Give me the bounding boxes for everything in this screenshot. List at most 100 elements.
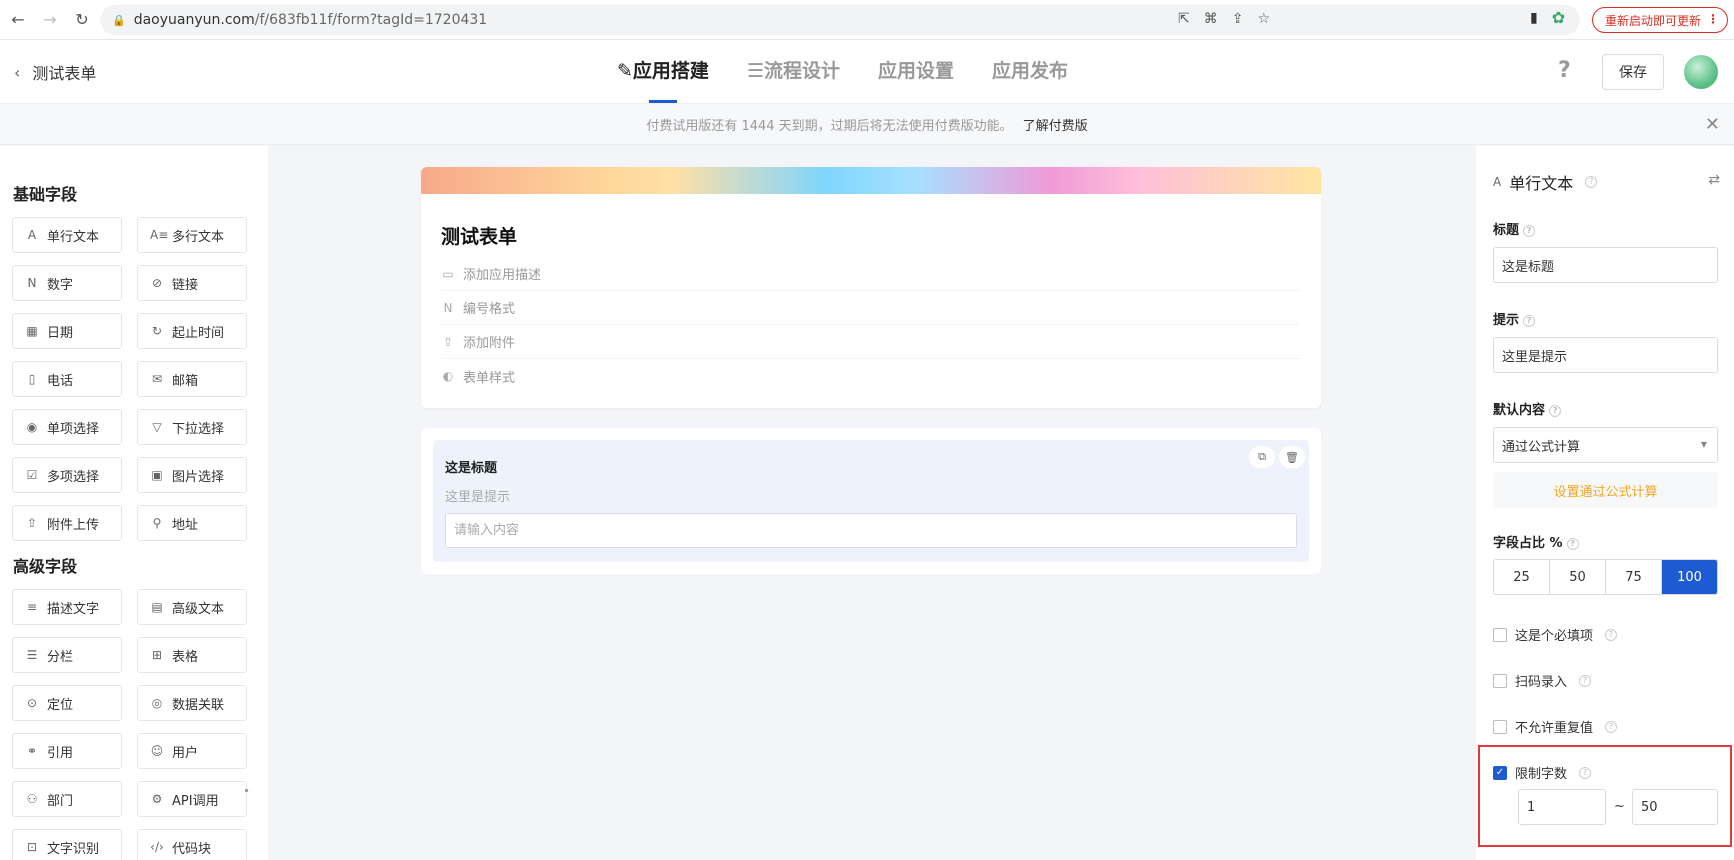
- address-bar[interactable]: 🔒 daoyuanyun.com/f/683fb11f/form?tagId=1…: [100, 5, 1580, 35]
- help-circle-icon[interactable]: ?: [1549, 404, 1562, 417]
- department-icon: ⚇: [26, 792, 38, 806]
- form-field-card[interactable]: 这是标题 这里是提示 ⧉ 🗑: [421, 428, 1321, 574]
- avatar[interactable]: [1684, 55, 1718, 89]
- help-circle-icon[interactable]: ?: [1566, 537, 1579, 550]
- app-title: 测试表单: [32, 64, 97, 83]
- tab-app-publish[interactable]: 应用发布: [992, 56, 1068, 103]
- field-dropdown[interactable]: ▽ 下拉选择: [137, 409, 247, 445]
- reload-icon[interactable]: ↻: [68, 6, 96, 34]
- field-multi-line-text[interactable]: A≡ 多行文本: [137, 217, 247, 253]
- help-circle-icon[interactable]: ?: [1605, 720, 1618, 733]
- default-content-select[interactable]: 通过公式计算 ▼: [1493, 427, 1718, 463]
- help-circle-icon[interactable]: ?: [1523, 224, 1536, 237]
- field-department[interactable]: ⚇ 部门: [12, 781, 122, 817]
- tab-app-settings[interactable]: 应用设置: [878, 56, 954, 103]
- open-tab-icon[interactable]: ⇱: [1178, 11, 1190, 27]
- field-attachment[interactable]: ⇧ 附件上传: [12, 505, 122, 541]
- field-ratio-label: 字段占比 %?: [1493, 532, 1579, 551]
- add-description-item[interactable]: ▭ 添加应用描述: [441, 257, 1301, 291]
- required-checkbox-row[interactable]: 这是个必填项?: [1493, 625, 1618, 644]
- hint-input[interactable]: 这里是提示: [1493, 337, 1718, 373]
- field-single-choice[interactable]: ◉ 单项选择: [12, 409, 122, 445]
- field-description[interactable]: ≡ 描述文字: [12, 589, 122, 625]
- bookmark-star-icon[interactable]: ☆: [1257, 11, 1270, 27]
- field-data-relation[interactable]: ◎ 数据关联: [137, 685, 247, 721]
- form-meta-list: ▭ 添加应用描述 N 编号格式 ⇧ 添加附件 ◐ 表单样式: [441, 257, 1321, 393]
- relation-icon: ◎: [151, 696, 163, 710]
- save-button[interactable]: 保存: [1602, 54, 1664, 90]
- more-menu-icon[interactable]: ⋮: [1707, 12, 1719, 26]
- field-reference[interactable]: ⚭ 引用: [12, 733, 122, 769]
- field-address[interactable]: ⚲ 地址: [137, 505, 247, 541]
- ratio-option-25[interactable]: 25: [1494, 560, 1550, 594]
- field-email[interactable]: ✉ 邮箱: [137, 361, 247, 397]
- help-icon[interactable]: ?: [1558, 58, 1571, 83]
- field-multi-choice[interactable]: ☑ 多项选择: [12, 457, 122, 493]
- main-tabs: ✎应用搭建 ☰流程设计 应用设置 应用发布: [617, 56, 1068, 103]
- field-location[interactable]: ⊙ 定位: [12, 685, 122, 721]
- field-user[interactable]: ☺ 用户: [137, 733, 247, 769]
- required-checkbox[interactable]: [1493, 627, 1507, 642]
- help-circle-icon[interactable]: ?: [1579, 674, 1592, 687]
- text-icon: A: [1493, 175, 1502, 189]
- location-icon: ⊙: [26, 696, 38, 710]
- field-ocr[interactable]: ⊡ 文字识别: [12, 829, 122, 860]
- hint-label: 提示?: [1493, 309, 1536, 328]
- field-rich-text[interactable]: ▤ 高级文本: [137, 589, 247, 625]
- calendar-icon: ▦: [26, 324, 38, 338]
- field-image-choice[interactable]: ▣ 图片选择: [137, 457, 247, 493]
- number-format-item[interactable]: N 编号格式: [441, 291, 1301, 325]
- form-style-item[interactable]: ◐ 表单样式: [441, 359, 1301, 393]
- ratio-option-100[interactable]: 100: [1662, 560, 1717, 594]
- swap-icon[interactable]: ⇄: [1708, 172, 1720, 188]
- description-icon: ≡: [26, 600, 38, 614]
- translate-icon[interactable]: ⌘: [1204, 11, 1218, 27]
- share-icon[interactable]: ⇪: [1232, 11, 1244, 27]
- field-code-block[interactable]: ‹/› 代码块: [137, 829, 247, 860]
- tab-app-build[interactable]: ✎应用搭建: [617, 56, 709, 103]
- field-single-line-text[interactable]: A 单行文本: [12, 217, 122, 253]
- sidebar-icon[interactable]: ▮: [1530, 10, 1538, 26]
- set-formula-button[interactable]: 设置通过公式计算: [1493, 472, 1718, 508]
- form-title[interactable]: 测试表单: [441, 222, 1321, 249]
- radio-icon: ◉: [26, 420, 38, 434]
- field-text-input[interactable]: [445, 513, 1297, 548]
- field-date[interactable]: ▦ 日期: [12, 313, 122, 349]
- help-circle-icon[interactable]: ?: [1585, 176, 1598, 188]
- scan-input-checkbox-row[interactable]: 扫码录入?: [1493, 671, 1592, 690]
- field-hint: 这里是提示: [445, 490, 511, 505]
- learn-paid-link[interactable]: 了解付费版: [1023, 115, 1088, 134]
- field-time-range[interactable]: ↻ 起止时间: [137, 313, 247, 349]
- columns-icon: ☰: [26, 648, 38, 662]
- back-button[interactable]: ‹ 测试表单: [14, 60, 96, 84]
- tab-process-design[interactable]: ☰流程设计: [747, 56, 840, 103]
- selected-field[interactable]: 这是标题 这里是提示 ⧉ 🗑: [433, 440, 1309, 562]
- field-title: 这是标题: [445, 461, 498, 476]
- help-circle-icon[interactable]: ?: [1523, 314, 1536, 327]
- url-text: daoyuanyun.com/f/683fb11f/form?tagId=172…: [133, 12, 488, 28]
- copy-icon[interactable]: ⧉: [1249, 446, 1275, 468]
- close-icon[interactable]: ✕: [1705, 114, 1720, 135]
- add-attachment-item[interactable]: ⇧ 添加附件: [441, 325, 1301, 359]
- scan-input-checkbox[interactable]: [1493, 673, 1507, 688]
- field-palette: 基础字段 A 单行文本 A≡ 多行文本 N 数字 ⊘ 链接 ▦ 日期 ↻ 起止时间 ▯ 电话 …: [0, 146, 268, 860]
- field-link[interactable]: ⊘ 链接: [137, 265, 247, 301]
- update-restart-button[interactable]: 重新启动即可更新 ⋮: [1592, 7, 1729, 33]
- ratio-option-75[interactable]: 75: [1606, 560, 1662, 594]
- scroll-indicator: [245, 789, 248, 792]
- extension-icon[interactable]: ✿: [1552, 8, 1565, 27]
- forward-arrow-icon[interactable]: →: [36, 6, 64, 34]
- title-input[interactable]: 这是标题: [1493, 247, 1718, 283]
- field-api-call[interactable]: ⚙ API调用: [137, 781, 247, 817]
- number-icon: N: [443, 300, 453, 315]
- field-phone[interactable]: ▯ 电话: [12, 361, 122, 397]
- ratio-option-50[interactable]: 50: [1550, 560, 1606, 594]
- field-table[interactable]: ⊞ 表格: [137, 637, 247, 673]
- help-circle-icon[interactable]: ?: [1605, 628, 1618, 641]
- no-duplicate-checkbox-row[interactable]: 不允许重复值?: [1493, 717, 1618, 736]
- field-number[interactable]: N 数字: [12, 265, 122, 301]
- field-columns[interactable]: ☰ 分栏: [12, 637, 122, 673]
- no-duplicate-checkbox[interactable]: [1493, 719, 1507, 734]
- back-arrow-icon[interactable]: ←: [4, 6, 32, 34]
- delete-icon[interactable]: 🗑: [1279, 446, 1305, 468]
